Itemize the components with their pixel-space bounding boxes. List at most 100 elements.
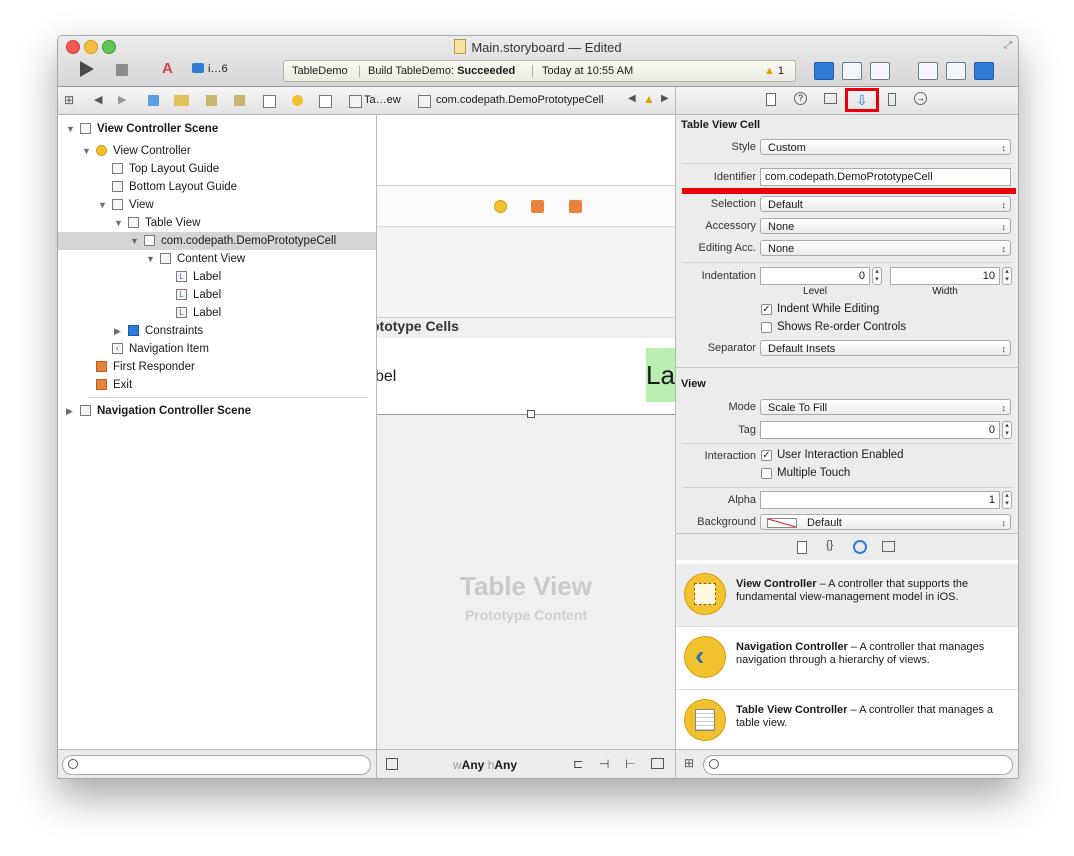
- utilities-toggle-button[interactable]: [974, 62, 994, 80]
- assistant-editor-button[interactable]: [842, 62, 862, 80]
- debug-area-toggle-button[interactable]: [946, 62, 966, 80]
- tag-stepper[interactable]: ▴ ▾: [1002, 421, 1012, 439]
- project-icon[interactable]: [148, 95, 159, 106]
- alpha-field[interactable]: 1: [760, 491, 1000, 509]
- identity-inspector-icon[interactable]: [824, 93, 837, 104]
- cell-icon[interactable]: [418, 95, 431, 108]
- prev-issue-icon[interactable]: ◀: [628, 93, 636, 104]
- alpha-stepper[interactable]: ▴ ▾: [1002, 491, 1012, 509]
- breadcrumb-cell[interactable]: com.codepath.DemoPrototypeCell: [436, 94, 604, 106]
- outline-item-table-cell[interactable]: ▼ com.codepath.DemoPrototypeCell: [58, 232, 376, 250]
- attributes-inspector-tab-highlight[interactable]: ⇩: [845, 88, 879, 112]
- warning-indicator[interactable]: ▲ 1: [764, 61, 784, 81]
- back-arrow-icon[interactable]: ◀: [94, 93, 102, 106]
- exit-icon[interactable]: [569, 200, 582, 213]
- resizing-behavior-icon[interactable]: [651, 758, 664, 769]
- code-snippet-library-icon[interactable]: {}: [826, 539, 833, 551]
- object-library-icon[interactable]: [853, 540, 867, 554]
- view-controller-icon[interactable]: [494, 200, 507, 213]
- pin-icon[interactable]: ⊣: [599, 757, 609, 771]
- table-view-icon[interactable]: [349, 95, 362, 108]
- disclosure-closed-icon[interactable]: ▶: [114, 322, 121, 340]
- view-controller-icon[interactable]: [292, 95, 303, 106]
- background-popup[interactable]: Default: [760, 514, 1011, 531]
- indent-while-editing-checkbox[interactable]: ✓: [761, 304, 772, 315]
- group-icon[interactable]: [206, 95, 217, 106]
- indentation-width-field[interactable]: 10: [890, 267, 1000, 285]
- tag-field[interactable]: 0: [760, 421, 1000, 439]
- disclosure-open-icon[interactable]: ▼: [98, 196, 107, 214]
- accessory-popup[interactable]: None: [760, 218, 1011, 235]
- forward-arrow-icon[interactable]: ▶: [118, 93, 126, 106]
- grid-view-icon[interactable]: ⊞: [684, 756, 694, 770]
- outline-item-view-controller[interactable]: ▼ View Controller: [58, 142, 376, 160]
- separator-popup[interactable]: Default Insets: [760, 340, 1011, 357]
- view-icon[interactable]: [319, 95, 332, 108]
- file-inspector-icon[interactable]: [766, 93, 776, 106]
- scene-icon[interactable]: [263, 95, 276, 108]
- resize-handle[interactable]: [527, 410, 535, 418]
- outline-item-exit[interactable]: Exit: [58, 376, 376, 394]
- outline-item-view[interactable]: ▼ View: [58, 196, 376, 214]
- standard-editor-button[interactable]: [814, 62, 834, 80]
- disclosure-open-icon[interactable]: ▼: [146, 250, 155, 268]
- next-issue-icon[interactable]: ▶: [661, 93, 669, 104]
- user-interaction-checkbox[interactable]: ✓: [761, 450, 772, 461]
- scheme-selector[interactable]: i…6: [192, 63, 228, 75]
- outline-item-bottom-layout-guide[interactable]: Bottom Layout Guide: [58, 178, 376, 196]
- selection-popup[interactable]: Default: [760, 196, 1011, 213]
- outline-item-content-view[interactable]: ▼ Content View: [58, 250, 376, 268]
- disclosure-closed-icon[interactable]: ▶: [66, 402, 73, 420]
- run-button[interactable]: [80, 61, 94, 77]
- outline-item-label[interactable]: L Label: [58, 268, 376, 286]
- disclosure-open-icon[interactable]: ▼: [66, 120, 75, 138]
- size-class-control[interactable]: wAny hAny: [453, 758, 517, 772]
- outline-item-table-view[interactable]: ▼ Table View: [58, 214, 376, 232]
- media-library-icon[interactable]: [882, 541, 895, 552]
- disclosure-open-icon[interactable]: ▼: [82, 142, 91, 160]
- style-popup[interactable]: Custom: [760, 139, 1011, 156]
- outline-filter-field[interactable]: [62, 755, 371, 775]
- indentation-level-field[interactable]: 0: [760, 267, 870, 285]
- outline-item-navigation-item[interactable]: ‹ Navigation Item: [58, 340, 376, 358]
- editing-accessory-popup[interactable]: None: [760, 240, 1011, 257]
- disclosure-open-icon[interactable]: ▼: [130, 232, 139, 250]
- version-editor-button[interactable]: [870, 62, 890, 80]
- attributes-inspector-icon[interactable]: ⇩: [856, 92, 868, 108]
- shows-reorder-checkbox[interactable]: [761, 322, 772, 333]
- fullscreen-icon[interactable]: ⤢: [1004, 40, 1012, 51]
- indentation-level-stepper[interactable]: ▴ ▾: [872, 267, 882, 285]
- multiple-touch-checkbox[interactable]: [761, 468, 772, 479]
- outline-item-constraints[interactable]: ▶ Constraints: [58, 322, 376, 340]
- outline-item-navigation-controller-scene[interactable]: ▶ Navigation Controller Scene: [58, 402, 376, 420]
- align-icon[interactable]: ⊏: [573, 757, 583, 771]
- folder-icon[interactable]: [174, 95, 189, 106]
- outline-item-label[interactable]: L Label: [58, 286, 376, 304]
- cell-label-left[interactable]: bel: [377, 368, 396, 386]
- grid-icon[interactable]: ⊞: [64, 93, 74, 107]
- warning-icon[interactable]: ▲: [643, 92, 655, 106]
- storyboard-canvas[interactable]: ototype Cells bel La Table View Prototyp…: [377, 115, 675, 749]
- resolve-issues-icon[interactable]: ⊢: [625, 757, 635, 771]
- size-inspector-icon[interactable]: [888, 93, 896, 106]
- prototype-cell[interactable]: bel La: [377, 338, 675, 418]
- identifier-field[interactable]: com.codepath.DemoPrototypeCell: [760, 168, 1011, 186]
- outline-item-view-controller-scene[interactable]: ▼ View Controller Scene: [58, 120, 376, 138]
- cell-label-right[interactable]: La: [646, 348, 675, 402]
- mode-popup[interactable]: Scale To Fill: [760, 399, 1011, 416]
- outline-toggle-icon[interactable]: [386, 758, 398, 770]
- navigator-toggle-button[interactable]: [918, 62, 938, 80]
- indentation-width-stepper[interactable]: ▴ ▾: [1002, 267, 1012, 285]
- library-item-navigation-controller[interactable]: ‹ Navigation Controller – A controller t…: [676, 627, 1018, 690]
- outline-item-top-layout-guide[interactable]: Top Layout Guide: [58, 160, 376, 178]
- stop-button[interactable]: [116, 64, 128, 76]
- outline-item-label[interactable]: L Label: [58, 304, 376, 322]
- file-template-library-icon[interactable]: [797, 541, 807, 554]
- library-item-view-controller[interactable]: View Controller – A controller that supp…: [676, 564, 1018, 627]
- library-filter-field[interactable]: [703, 755, 1013, 775]
- file-icon[interactable]: [234, 95, 245, 106]
- first-responder-icon[interactable]: [531, 200, 544, 213]
- outline-item-first-responder[interactable]: First Responder: [58, 358, 376, 376]
- quick-help-icon[interactable]: ?: [794, 92, 807, 105]
- disclosure-open-icon[interactable]: ▼: [114, 214, 123, 232]
